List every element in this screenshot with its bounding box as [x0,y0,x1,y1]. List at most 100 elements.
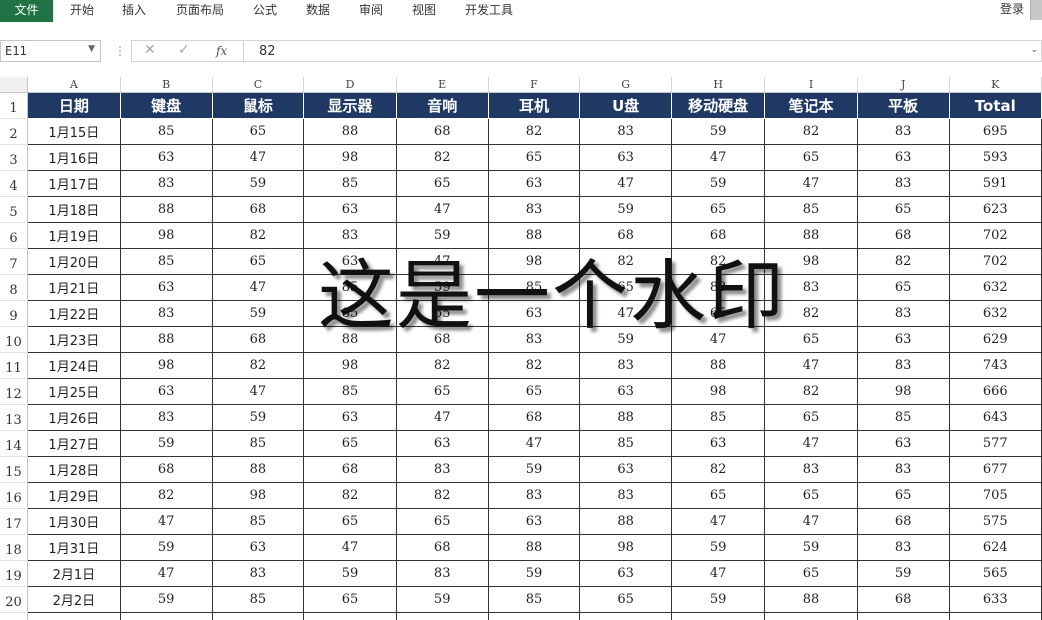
header-cell[interactable]: 平板 [856,92,950,119]
table-cell[interactable]: 63 [119,274,213,301]
table-cell[interactable]: 88 [487,222,581,249]
table-cell[interactable]: 88 [579,508,672,535]
tab-page-layout[interactable]: 页面布局 [176,0,224,22]
table-cell[interactable]: 47 [764,352,858,379]
table-cell[interactable]: 65 [487,144,581,171]
row-header[interactable]: 12 [0,378,28,405]
table-cell[interactable]: 82 [395,144,489,171]
table-cell[interactable]: 68 [119,456,213,483]
table-cell[interactable]: 63 [487,170,581,197]
table-cell[interactable]: 591 [948,170,1042,197]
table-cell[interactable]: 63 [579,378,672,405]
date-cell[interactable]: 1月24日 [26,352,121,379]
table-cell[interactable]: 47 [670,560,766,587]
tab-insert[interactable]: 插入 [122,0,146,22]
table-cell[interactable]: 47 [764,508,858,535]
table-cell[interactable]: 47 [211,378,305,405]
table-cell[interactable]: 98 [856,378,950,405]
table-cell[interactable]: 83 [487,482,581,509]
column-header[interactable]: F [488,77,581,93]
date-cell[interactable]: 1月25日 [26,378,121,405]
table-cell[interactable]: 702 [948,248,1042,275]
table-cell[interactable]: 59 [487,560,581,587]
table-cell[interactable]: 63 [856,326,950,353]
table-cell[interactable]: 47 [579,300,672,327]
table-cell[interactable]: 59 [395,222,489,249]
name-box[interactable]: E11 ▼ [0,40,101,62]
tab-file[interactable]: 文件 [0,0,53,22]
table-cell[interactable]: 65 [856,196,950,223]
header-cell[interactable]: Total [948,92,1042,119]
select-all-corner[interactable] [0,77,28,93]
table-cell[interactable]: 83 [119,404,213,431]
table-cell[interactable]: 83 [856,118,950,145]
row-header[interactable]: 11 [0,352,28,379]
table-cell[interactable]: 65 [764,326,858,353]
table-cell[interactable]: 83 [856,534,950,561]
table-cell[interactable]: 65 [670,482,766,509]
table-cell[interactable]: 47 [395,404,489,431]
table-cell[interactable]: 59 [670,586,766,613]
table-cell[interactable]: 68 [303,456,397,483]
tab-developer[interactable]: 开发工具 [465,0,513,22]
table-cell[interactable]: 59 [211,404,305,431]
table-cell[interactable]: 63 [579,456,672,483]
date-cell[interactable]: 2月3日 [26,612,121,620]
row-header[interactable]: 14 [0,430,28,457]
table-cell[interactable]: 85 [211,508,305,535]
row-header[interactable]: 20 [0,586,28,613]
table-cell[interactable]: 59 [670,534,766,561]
column-header[interactable]: J [857,77,950,93]
column-header[interactable]: H [671,77,766,93]
row-header[interactable]: 6 [0,222,28,249]
table-cell[interactable]: 85 [487,274,581,301]
table-cell[interactable]: 47 [211,274,305,301]
date-cell[interactable]: 2月2日 [26,586,121,613]
table-cell[interactable]: 65 [579,586,672,613]
table-cell[interactable]: 83 [487,326,581,353]
table-cell[interactable] [856,612,950,620]
column-header[interactable]: C [212,77,305,93]
table-cell[interactable]: 68 [211,196,305,223]
cancel-icon[interactable]: ✕ [144,42,156,58]
table-cell[interactable]: 47 [303,534,397,561]
table-cell[interactable]: 47 [670,508,766,535]
header-cell[interactable]: 移动硬盘 [670,92,766,119]
table-cell[interactable]: 98 [211,482,305,509]
table-cell[interactable] [303,612,397,620]
column-header[interactable]: A [27,77,121,93]
table-cell[interactable]: 59 [856,560,950,587]
table-cell[interactable]: 63 [856,144,950,171]
table-cell[interactable]: 63 [487,508,581,535]
table-cell[interactable]: 65 [303,508,397,535]
table-cell[interactable]: 82 [764,118,858,145]
column-header[interactable]: D [303,77,397,93]
table-cell[interactable]: 68 [856,586,950,613]
table-cell[interactable]: 85 [303,274,397,301]
table-cell[interactable]: 65 [303,586,397,613]
table-cell[interactable]: 59 [395,274,489,301]
table-cell[interactable]: 68 [856,508,950,535]
table-cell[interactable]: 63 [579,144,672,171]
table-cell[interactable]: 88 [303,118,397,145]
table-cell[interactable]: 68 [395,326,489,353]
column-header[interactable]: E [396,77,489,93]
table-cell[interactable]: 59 [395,586,489,613]
table-cell[interactable]: 623 [948,196,1042,223]
header-cell[interactable]: 键盘 [119,92,213,119]
table-cell[interactable]: 83 [579,118,672,145]
table-cell[interactable]: 632 [948,274,1042,301]
table-cell[interactable]: 82 [856,248,950,275]
table-cell[interactable]: 83 [487,196,581,223]
table-cell[interactable]: 83 [764,456,858,483]
tab-review[interactable]: 审阅 [359,0,383,22]
table-cell[interactable]: 65 [211,118,305,145]
table-cell[interactable]: 82 [303,482,397,509]
table-cell[interactable]: 85 [211,586,305,613]
date-cell[interactable]: 1月16日 [26,144,121,171]
table-cell[interactable]: 59 [211,300,305,327]
table-cell[interactable]: 65 [764,404,858,431]
table-cell[interactable]: 85 [579,430,672,457]
table-cell[interactable] [579,612,672,620]
table-cell[interactable]: 68 [395,534,489,561]
